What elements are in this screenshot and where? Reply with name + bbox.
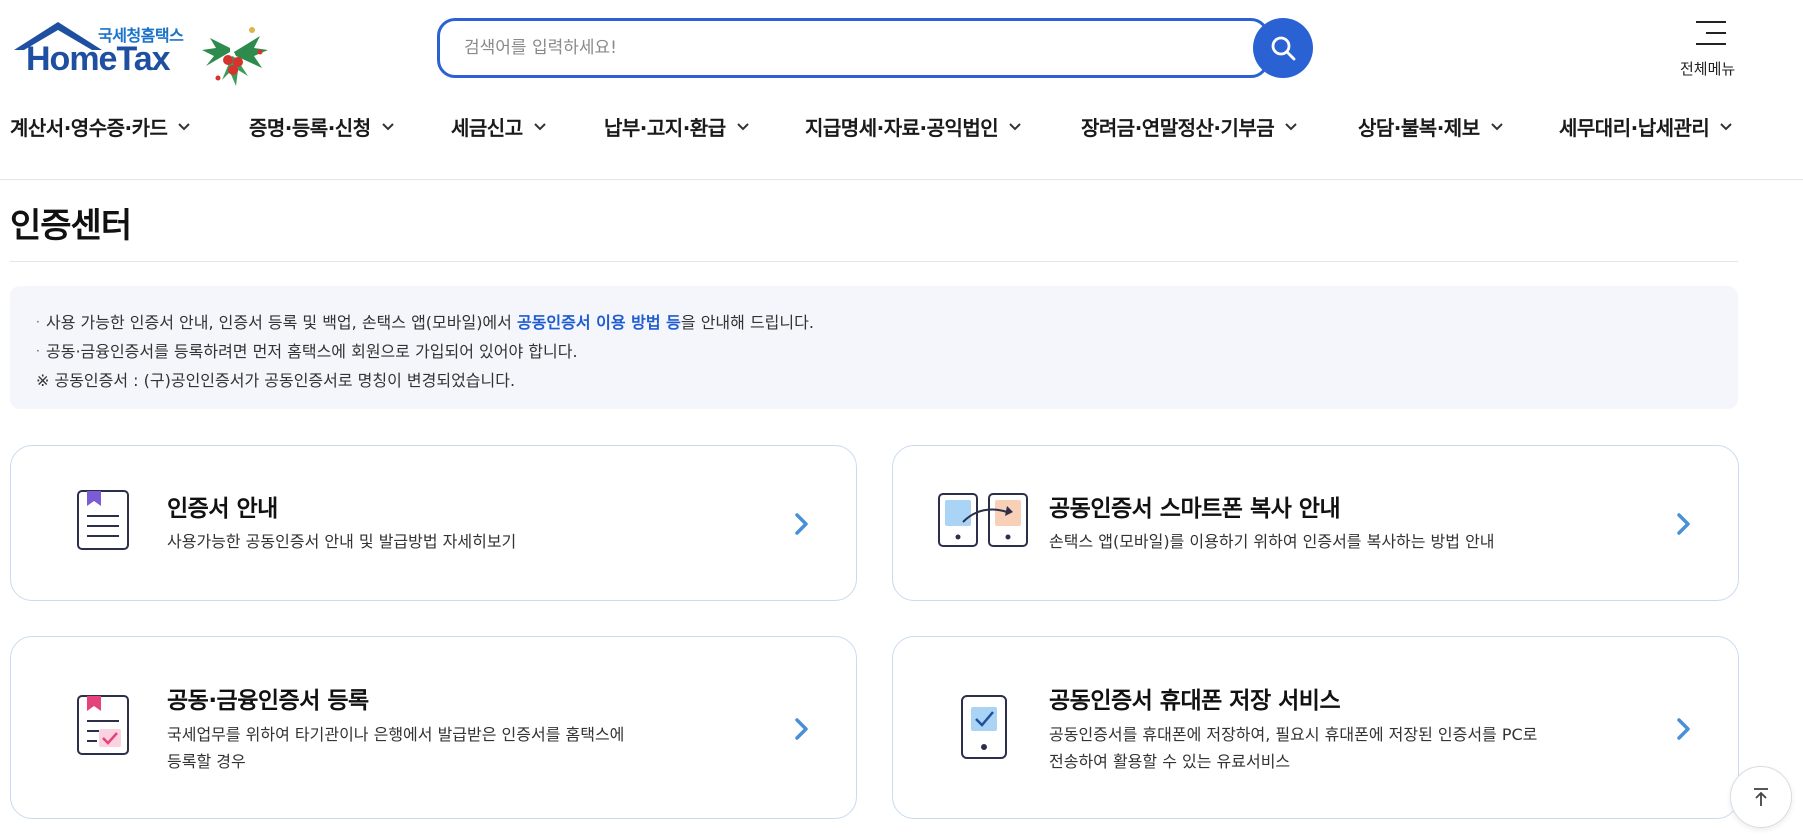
card-phone-storage[interactable]: 공동인증서 휴대폰 저장 서비스 공동인증서를 휴대폰에 저장하여, 필요시 휴… — [892, 636, 1739, 819]
nav-item-consulting[interactable]: 상담·불복·제보 — [1358, 112, 1504, 141]
chevron-down-icon — [381, 122, 394, 130]
card-certificate-register[interactable]: 공동·금융인증서 등록 국세업무를 위하여 타기관이나 은행에서 발급받은 인증… — [10, 636, 857, 819]
card-description: 공동인증서를 휴대폰에 저장하여, 필요시 휴대폰에 저장된 인증서를 PC로 — [1049, 725, 1538, 744]
search-input[interactable] — [437, 18, 1269, 78]
card-title: 공동인증서 스마트폰 복사 안내 — [1049, 496, 1341, 522]
bullet: · — [36, 344, 40, 358]
main-navigation: 계산서·영수증·카드 증명·등록·신청 세금신고 납부·고지·환급 지급명세·자… — [0, 112, 1803, 152]
card-title: 공동인증서 휴대폰 저장 서비스 — [1049, 688, 1341, 714]
card-title: 공동·금융인증서 등록 — [167, 688, 369, 714]
chevron-right-icon — [795, 718, 808, 740]
notice-text: 공동·금융인증서를 등록하려면 먼저 홈택스에 회원으로 가입되어 있어야 합니… — [46, 342, 578, 361]
notice-line-1: · 사용 가능한 인증서 안내, 인증서 등록 및 백업, 손택스 앱(모바일)에… — [36, 308, 1712, 337]
all-menu-label: 전체메뉴 — [1680, 60, 1736, 78]
nav-divider — [0, 179, 1803, 180]
certificate-doc-icon — [77, 490, 129, 550]
chevron-right-icon — [1677, 513, 1690, 535]
phone-store-icon — [961, 695, 1007, 759]
card-description: 손택스 앱(모바일)를 이용하기 위하여 인증서를 복사하는 방법 안내 — [1049, 532, 1495, 551]
all-menu-button[interactable]: 전체메뉴 — [1670, 18, 1750, 78]
card-description: 전송하여 활용할 수 있는 유료서비스 — [1049, 752, 1291, 771]
search-icon — [1271, 36, 1296, 61]
page-title: 인증센터 — [10, 206, 132, 246]
chevron-down-icon — [1720, 122, 1733, 130]
notice-line-2: · 공동·금융인증서를 등록하려면 먼저 홈택스에 회원으로 가입되어 있어야 합… — [36, 337, 1712, 366]
nav-item-agent[interactable]: 세무대리·납세관리 — [1559, 112, 1733, 141]
chevron-down-icon — [533, 122, 546, 130]
nav-item-certificates[interactable]: 증명·등록·신청 — [249, 112, 395, 141]
logo-title: HomeTax — [26, 40, 171, 78]
chevron-right-icon — [1677, 718, 1690, 740]
nav-item-label: 지급명세·자료·공익법인 — [805, 116, 999, 140]
chevron-down-icon — [178, 122, 191, 130]
scroll-top-button[interactable] — [1730, 766, 1792, 828]
nav-item-label: 납부·고지·환급 — [604, 116, 726, 140]
nav-item-label: 세무대리·납세관리 — [1559, 116, 1710, 140]
nav-item-label: 증명·등록·신청 — [249, 116, 371, 140]
card-certificate-guide[interactable]: 인증서 안내 사용가능한 공동인증서 안내 및 발급방법 자세히보기 — [10, 445, 857, 601]
notice-line-3: ※ 공동인증서 : (구)공인인증서가 공동인증서로 명칭이 변경되었습니다. — [36, 366, 1712, 395]
card-description: 사용가능한 공동인증서 안내 및 발급방법 자세히보기 — [167, 532, 517, 551]
notice-text: ※ 공동인증서 : (구)공인인증서가 공동인증서로 명칭이 변경되었습니다. — [36, 371, 516, 390]
chevron-down-icon — [1285, 122, 1297, 130]
nav-item-incentives[interactable]: 장려금·연말정산·기부금 — [1081, 112, 1298, 141]
chevron-down-icon — [736, 122, 749, 130]
chevron-right-icon — [795, 513, 808, 535]
certificate-register-icon — [77, 695, 129, 755]
title-divider — [10, 261, 1738, 262]
notice-box: · 사용 가능한 인증서 안내, 인증서 등록 및 백업, 손택스 앱(모바일)에… — [10, 286, 1738, 409]
hometax-logo[interactable]: 국세청홈택스 HomeTax — [10, 18, 268, 86]
search-bar — [437, 18, 1313, 78]
nav-item-label: 계산서·영수증·카드 — [10, 116, 168, 140]
hamburger-icon — [1696, 21, 1726, 45]
chevron-down-icon — [1009, 122, 1021, 130]
notice-text: 을 안내해 드립니다. — [680, 313, 814, 332]
chevron-down-icon — [1490, 122, 1503, 130]
nav-item-label: 세금신고 — [451, 116, 523, 140]
nav-item-label: 상담·불복·제보 — [1358, 116, 1480, 140]
arrow-up-icon — [1754, 788, 1768, 806]
bullet: · — [36, 315, 40, 329]
holly-icon — [202, 27, 268, 86]
card-description: 등록할 경우 — [167, 752, 246, 771]
notice-text: 사용 가능한 인증서 안내, 인증서 등록 및 백업, 손택스 앱(모바일)에서 — [46, 313, 517, 332]
card-title: 인증서 안내 — [167, 496, 278, 522]
nav-item-payment[interactable]: 납부·고지·환급 — [604, 112, 750, 141]
nav-item-receipts[interactable]: 계산서·영수증·카드 — [10, 112, 191, 141]
search-button[interactable] — [1253, 18, 1313, 78]
nav-item-statements[interactable]: 지급명세·자료·공익법인 — [805, 112, 1022, 141]
nav-item-label: 장려금·연말정산·기부금 — [1081, 116, 1275, 140]
notice-highlight: 공동인증서 이용 방법 등 — [516, 313, 681, 332]
card-description: 국세업무를 위하여 타기관이나 은행에서 발급받은 인증서를 홈택스에 — [167, 725, 625, 744]
nav-item-tax-filing[interactable]: 세금신고 — [451, 112, 547, 141]
phone-copy-icon — [938, 493, 1028, 547]
card-smartphone-copy[interactable]: 공동인증서 스마트폰 복사 안내 손택스 앱(모바일)를 이용하기 위하여 인증… — [892, 445, 1739, 601]
